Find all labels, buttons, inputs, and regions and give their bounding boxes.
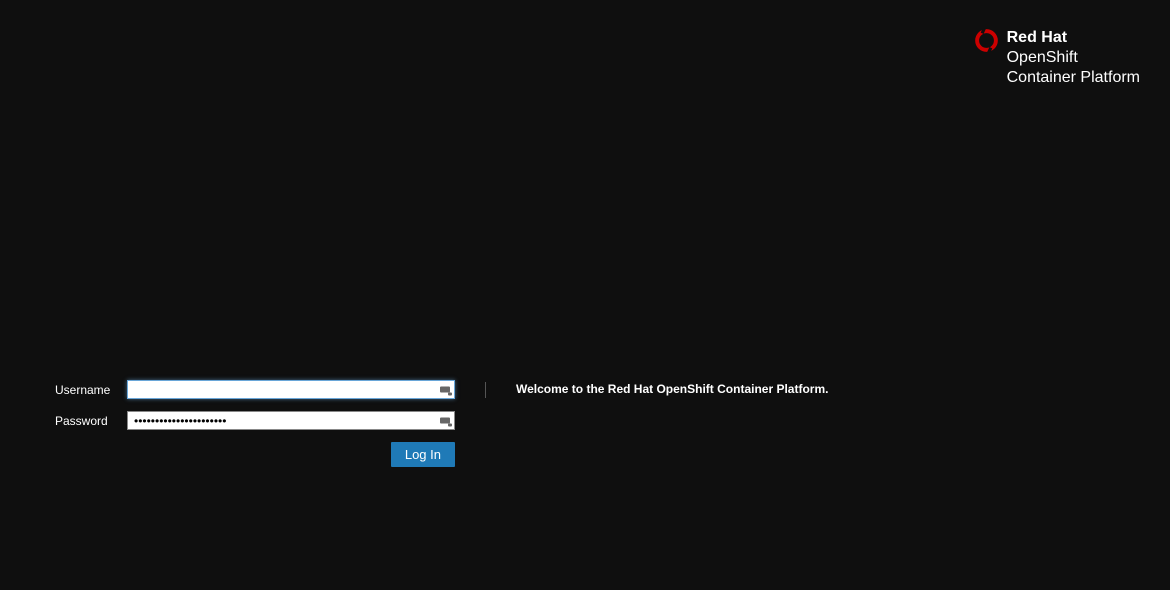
username-label: Username [55,383,127,397]
username-input-wrap [127,380,455,399]
branding-text: Red Hat OpenShift Container Platform [1007,28,1140,88]
password-input[interactable] [127,411,455,430]
branding-area: Red Hat OpenShift Container Platform [974,28,1140,88]
keyboard-icon[interactable] [439,384,452,395]
branding-line1: Red Hat [1007,28,1140,48]
branding-line2: OpenShift [1007,48,1140,68]
login-button[interactable]: Log In [391,442,455,467]
password-label: Password [55,414,127,428]
vertical-divider [485,382,486,398]
login-form: Username Password Log In [55,380,485,467]
redhat-openshift-icon [974,28,999,58]
welcome-message: Welcome to the Red Hat OpenShift Contain… [516,380,828,467]
button-row: Log In [55,442,455,467]
username-row: Username [55,380,455,399]
keyboard-icon[interactable] [439,415,452,426]
login-container: Username Password Log In Welcome to the … [55,380,828,467]
username-input[interactable] [127,380,455,399]
branding-line3: Container Platform [1007,68,1140,88]
password-row: Password [55,411,455,430]
password-input-wrap [127,411,455,430]
